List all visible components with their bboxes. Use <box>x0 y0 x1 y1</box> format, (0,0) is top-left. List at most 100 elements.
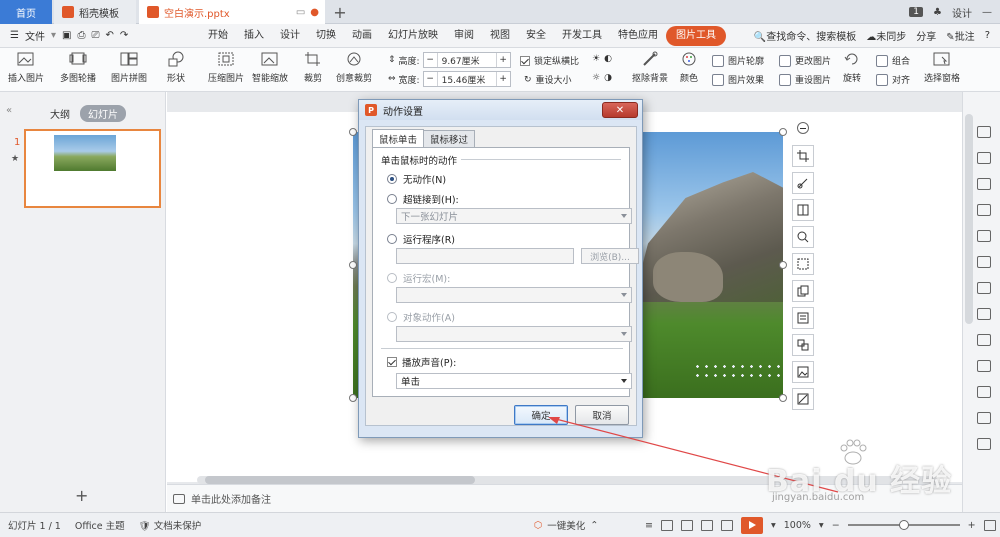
compress-picture-button[interactable]: 压缩图片 <box>208 51 244 84</box>
sync-button[interactable]: ☁未同步 <box>866 28 906 43</box>
shape-button[interactable]: 形状 <box>167 51 185 84</box>
hyperlink-radio-button[interactable] <box>387 194 397 204</box>
height-value[interactable]: 9.67厘米 <box>438 53 496 67</box>
hyperlink-select[interactable]: 下一张幻灯片 <box>396 208 632 224</box>
play-sound-check-icon[interactable] <box>387 357 397 367</box>
sound-select[interactable]: 单击 <box>396 373 632 389</box>
chevron-down-icon[interactable]: ▾ <box>51 30 56 41</box>
new-tab-button[interactable]: + <box>330 0 350 24</box>
browse-button[interactable]: 浏览(B)... <box>581 248 639 264</box>
run-macro-radio[interactable]: 运行宏(M): <box>387 271 450 285</box>
theme-status[interactable]: Office 主题 <box>75 518 125 532</box>
tab-document[interactable]: 空白演示.pptx ▭ ● <box>139 0 325 24</box>
tab-featured[interactable]: 特色应用 <box>610 26 666 46</box>
tab-design[interactable]: 设计 <box>272 26 308 46</box>
object-action-radio-button[interactable] <box>387 312 397 322</box>
transparency-tool-icon[interactable] <box>792 388 814 410</box>
protection-status[interactable]: 🛡 文档未保护 <box>139 518 202 532</box>
slide-sorter-icon[interactable] <box>680 519 693 531</box>
monitor-icon[interactable]: ▭ <box>296 7 305 18</box>
tab-review[interactable]: 审阅 <box>446 26 482 46</box>
text-tool-icon[interactable] <box>792 307 814 329</box>
redo-icon[interactable]: ↷ <box>120 30 128 41</box>
close-button[interactable]: ✕ <box>602 102 638 118</box>
height-increase-button[interactable]: + <box>495 53 510 67</box>
beautify-button[interactable]: ⬡ 一键美化 ⌃ <box>534 518 598 533</box>
no-action-radio-button[interactable] <box>387 174 397 184</box>
multi-rotate-button[interactable]: 多图轮播 <box>60 51 96 84</box>
settings-panel-icon[interactable] <box>977 282 991 294</box>
chevron-down-icon[interactable]: ▾ <box>819 520 824 531</box>
help-button[interactable]: ? <box>985 30 990 41</box>
tools-panel-icon[interactable] <box>977 308 991 320</box>
unsaved-dot-icon[interactable]: ● <box>310 7 319 18</box>
file-menu[interactable]: 文件 <box>25 28 45 43</box>
picture-style-icon[interactable] <box>792 361 814 383</box>
tab-home[interactable]: 首页 <box>0 0 52 24</box>
resize-handle-middle-right[interactable] <box>779 261 787 269</box>
brightness-up-button[interactable]: ☀ ◐ <box>592 54 612 64</box>
width-increase-button[interactable]: + <box>495 72 510 86</box>
reading-view-icon[interactable] <box>700 519 713 531</box>
tab-animation[interactable]: 动画 <box>344 26 380 46</box>
collapse-toolbar-icon[interactable] <box>797 122 809 134</box>
fit-window-icon[interactable] <box>983 519 996 531</box>
object-action-radio[interactable]: 对象动作(A) <box>387 310 455 324</box>
resize-handle-top-right[interactable] <box>779 128 787 136</box>
share-button[interactable]: 分享 <box>916 28 936 43</box>
menu-icon[interactable]: ☰ <box>10 30 19 41</box>
annotate-button[interactable]: ✎批注 <box>946 28 974 43</box>
tab-insert[interactable]: 插入 <box>236 26 272 46</box>
zoom-slider[interactable] <box>847 520 960 530</box>
tab-mouse-over[interactable]: 鼠标移过 <box>423 130 476 147</box>
reset-size-button[interactable]: ↻ 重设大小 <box>524 73 572 87</box>
zoom-in-button[interactable]: + <box>968 520 976 531</box>
location-panel-icon[interactable] <box>977 438 991 450</box>
animation-panel-icon[interactable] <box>977 334 991 346</box>
tab-view[interactable]: 视图 <box>482 26 518 46</box>
width-decrease-button[interactable]: − <box>424 72 438 86</box>
color-button[interactable]: 颜色 <box>680 51 698 84</box>
dialog-title-bar[interactable]: P 动作设置 ✕ <box>359 100 642 120</box>
group-button[interactable]: 组合 <box>876 54 910 67</box>
hyperlink-radio[interactable]: 超链接到(H): <box>387 192 459 206</box>
frame-tool-icon[interactable] <box>792 253 814 275</box>
notes-view-icon[interactable] <box>720 519 733 531</box>
height-decrease-button[interactable]: − <box>424 53 438 67</box>
remove-background-button[interactable]: 抠除背景 <box>632 51 668 84</box>
tab-mouse-click[interactable]: 鼠标单击 <box>372 129 425 147</box>
link-tool-icon[interactable] <box>792 172 814 194</box>
creative-crop-button[interactable]: 创意裁剪 <box>336 51 372 84</box>
tab-slideshow[interactable]: 幻灯片放映 <box>380 26 446 46</box>
chart-panel-icon[interactable] <box>977 256 991 268</box>
tab-developer[interactable]: 开发工具 <box>554 26 610 46</box>
run-macro-radio-button[interactable] <box>387 273 397 283</box>
layout-panel-icon[interactable] <box>977 230 991 242</box>
copy-tool-icon[interactable] <box>792 280 814 302</box>
slide-thumbnail[interactable] <box>24 129 161 208</box>
tab-picture-tools[interactable]: 图片工具 <box>666 25 726 46</box>
zoom-percent[interactable]: 100% <box>784 520 811 531</box>
tab-start[interactable]: 开始 <box>200 26 236 46</box>
shape-panel-icon[interactable] <box>977 178 991 190</box>
save-icon[interactable]: ▣ <box>62 30 71 41</box>
program-path-input[interactable] <box>396 248 574 264</box>
cancel-button[interactable]: 取消 <box>575 405 629 425</box>
collapse-panel-icon[interactable]: « <box>6 105 12 116</box>
tab-template[interactable]: 稻壳模板 <box>54 0 136 24</box>
run-program-radio[interactable]: 运行程序(R) <box>387 232 455 246</box>
crop-tool-icon[interactable] <box>792 145 814 167</box>
picture-effect-button[interactable]: 图片效果 <box>712 73 764 86</box>
menu-lines-icon[interactable]: ≡ <box>645 520 653 531</box>
design-button[interactable]: 设计 <box>952 5 972 20</box>
outline-tab[interactable]: 大纲 <box>50 106 70 121</box>
run-program-radio-button[interactable] <box>387 234 397 244</box>
crop-button[interactable]: 裁剪 <box>304 51 322 84</box>
macro-select[interactable] <box>396 287 632 303</box>
resize-handle-middle-left[interactable] <box>349 261 357 269</box>
no-action-radio[interactable]: 无动作(N) <box>387 172 446 186</box>
resize-handle-bottom-left[interactable] <box>349 394 357 402</box>
chevron-down-icon[interactable]: ▾ <box>771 520 776 531</box>
zoom-out-button[interactable]: − <box>832 520 840 531</box>
brightness-down-button[interactable]: ☼ ◑ <box>592 73 612 83</box>
